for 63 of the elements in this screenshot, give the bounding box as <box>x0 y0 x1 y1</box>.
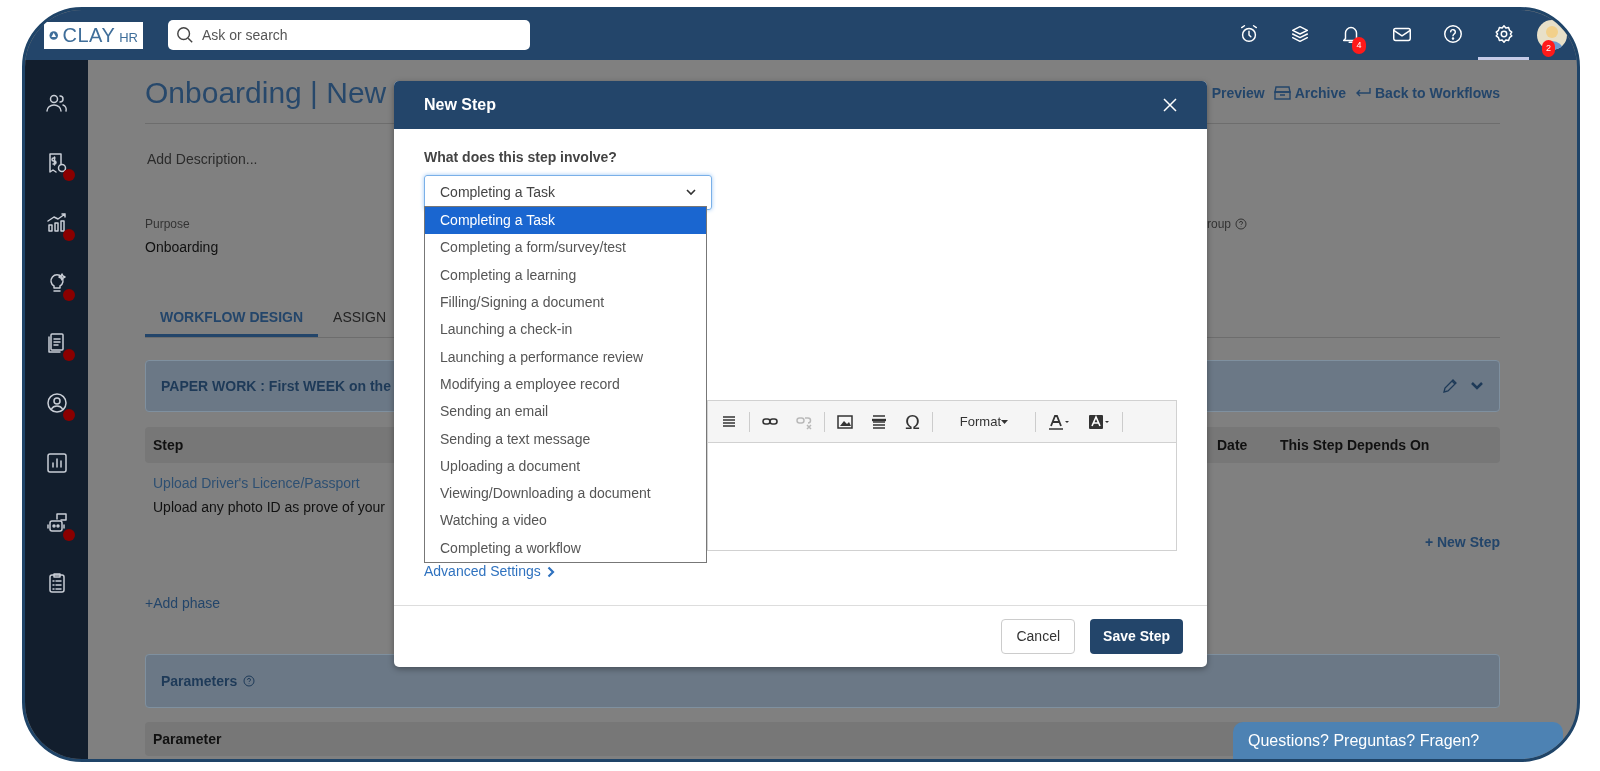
search-field[interactable]: Ask or search <box>168 20 530 50</box>
section-title: Parameters <box>161 671 238 691</box>
close-icon <box>1163 98 1177 112</box>
field-label: Purpose <box>145 216 190 233</box>
dropdown-option[interactable]: Completing a workflow <box>425 534 706 562</box>
column-header: Date <box>1217 435 1248 455</box>
dropdown-option[interactable]: Completing a form/survey/test <box>425 234 706 262</box>
special-character-button[interactable]: Ω <box>899 408 926 435</box>
image-icon <box>837 413 853 430</box>
field-label: roup <box>1207 216 1232 233</box>
return-arrow-icon <box>1355 87 1371 99</box>
dropdown-option[interactable]: Filling/Signing a document <box>425 288 706 317</box>
logo-text: CLAY <box>62 25 116 45</box>
step-description: Upload any photo ID as prove of your <box>153 498 385 517</box>
notification-badge: 4 <box>1352 37 1366 54</box>
dropdown-option[interactable]: Viewing/Downloading a document <box>425 479 706 508</box>
help-icon <box>1235 218 1248 230</box>
clayhr-logo[interactable]: CLAY HR <box>44 21 143 49</box>
background-color-icon <box>1087 413 1110 430</box>
cancel-button[interactable]: Cancel <box>1001 619 1076 654</box>
chatbot-icon <box>44 511 69 535</box>
field-value: Onboarding <box>145 238 219 257</box>
search-icon <box>176 26 194 44</box>
dropdown-option[interactable]: Uploading a document <box>425 452 706 480</box>
dropdown-option[interactable]: Watching a video <box>425 507 706 535</box>
dropdown-option[interactable]: Sending a text message <box>425 425 706 453</box>
dropdown-option[interactable]: Sending an email <box>425 398 706 426</box>
field-label: What does this step involve? <box>424 148 618 167</box>
chevron-down-icon <box>1470 381 1484 391</box>
help-icon <box>1441 22 1464 45</box>
dropdown-option[interactable]: Completing a Task <box>425 207 706 235</box>
dropdown-option[interactable]: Launching a check-in <box>425 316 706 344</box>
column-header: Parameter <box>153 729 222 749</box>
user-circle-icon <box>44 391 69 415</box>
chart-growth-icon <box>44 211 69 235</box>
archive-box-icon <box>1273 86 1291 100</box>
bar-chart-icon <box>44 451 69 475</box>
chat-button[interactable]: Questions? Preguntas? Fragen? <box>1233 722 1563 759</box>
help-icon <box>243 675 256 687</box>
chevron-down-icon <box>686 189 696 196</box>
align-justify-icon <box>721 413 737 430</box>
rich-text-editor[interactable]: Ω Format <box>707 400 1177 551</box>
modal-title: New Step <box>424 95 496 115</box>
dropdown-option[interactable]: Launching a performance review <box>425 343 706 371</box>
pencil-icon <box>1442 378 1458 394</box>
chevron-right-icon <box>546 565 555 578</box>
close-button[interactable] <box>1163 98 1177 112</box>
dropdown-option[interactable]: Modifying a employee record <box>425 370 706 399</box>
phase-title: PAPER WORK : First WEEK on the <box>161 376 391 396</box>
dropdown-option[interactable]: Completing a learning <box>425 261 706 289</box>
column-header: Step <box>153 435 184 455</box>
horizontal-line-icon <box>871 413 887 430</box>
advanced-settings-link[interactable]: Advanced Settings <box>424 561 555 582</box>
text-color-icon <box>1047 413 1070 430</box>
page-title: Onboarding | New <box>145 75 387 111</box>
caret-icon <box>1001 419 1009 424</box>
toolbar-button[interactable]: 4 <box>1325 10 1376 60</box>
logo-text: HR <box>119 30 138 44</box>
save-step-button[interactable]: Save Step <box>1090 619 1183 654</box>
avatar-button[interactable] <box>1537 20 1567 50</box>
column-header: This Step Depends On <box>1280 435 1430 455</box>
format-dropdown[interactable]: Format <box>938 408 1029 435</box>
tab[interactable]: ASSIGN <box>318 300 401 337</box>
